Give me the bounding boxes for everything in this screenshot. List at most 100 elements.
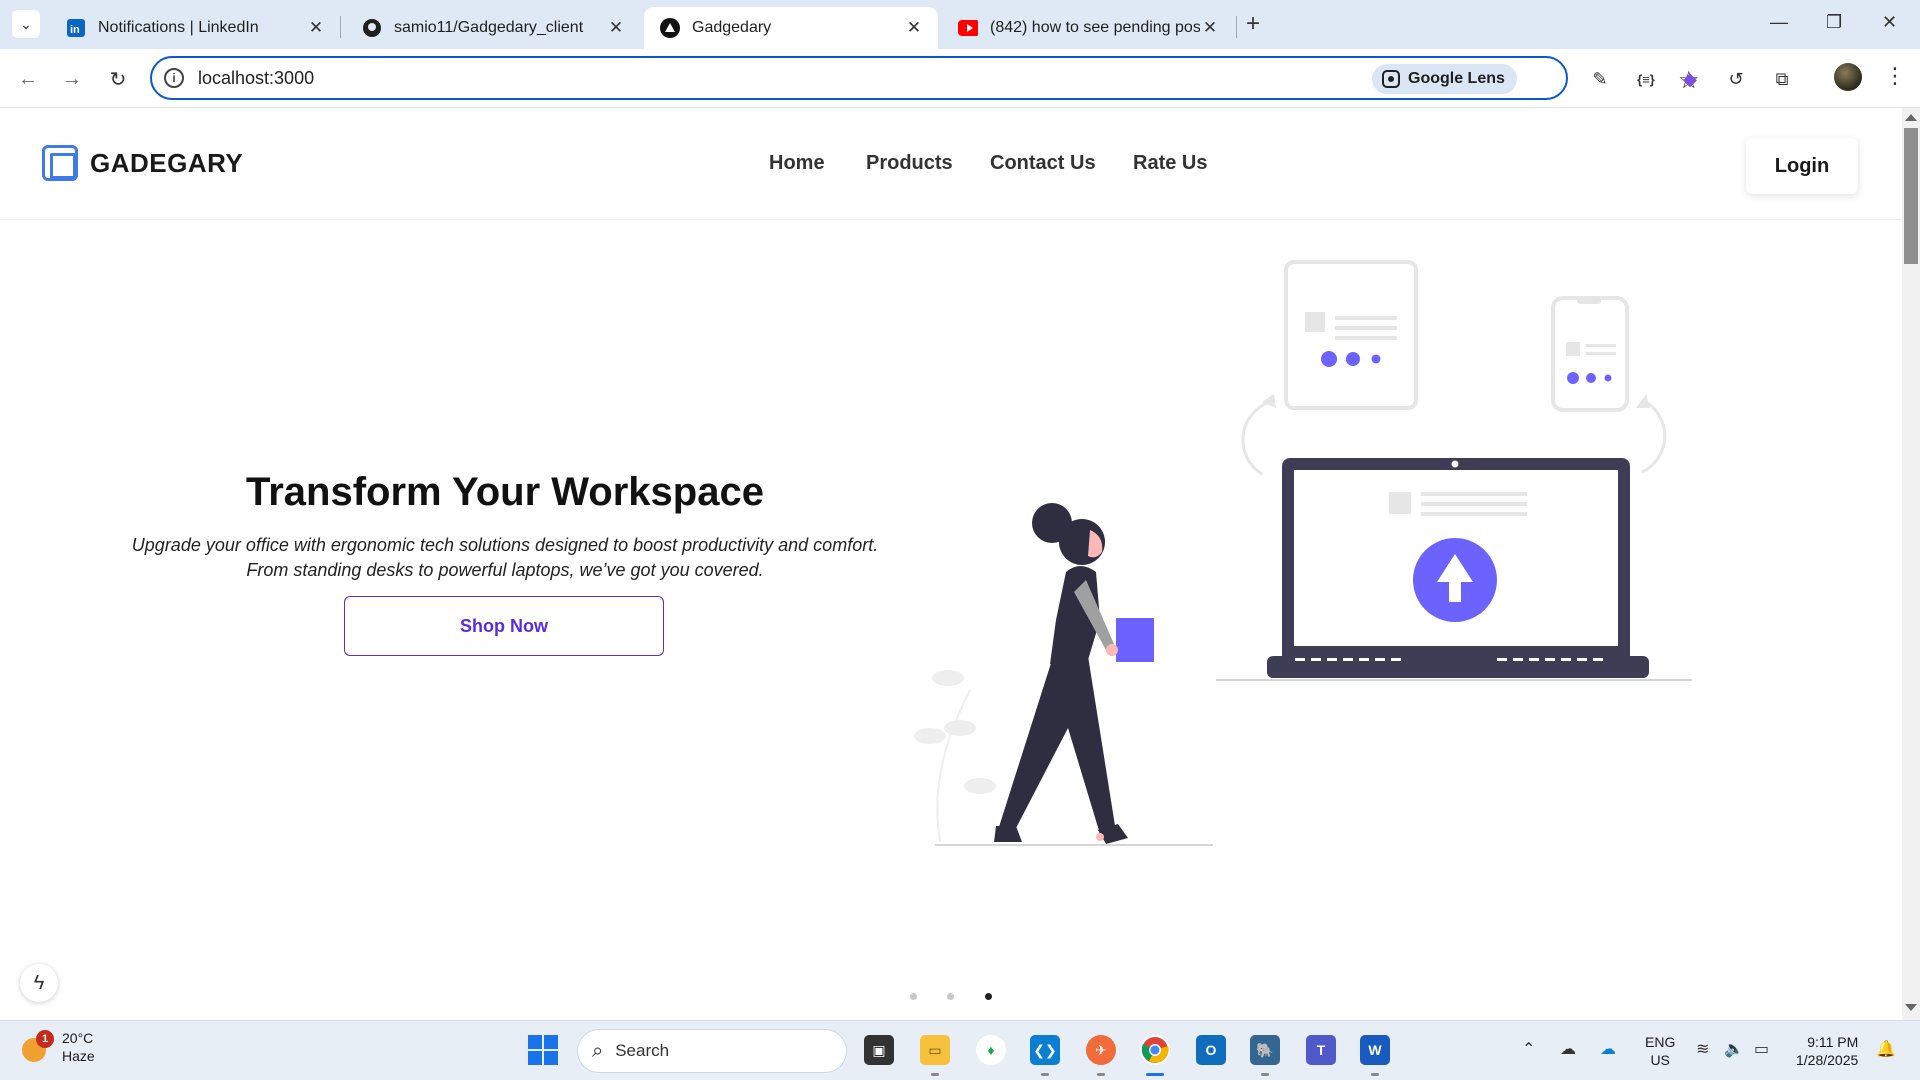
close-tab-icon[interactable]: ✕ — [1200, 18, 1220, 38]
language-code: ENG — [1645, 1034, 1676, 1050]
brand-name: GADEGARY — [90, 147, 244, 178]
new-tab-plus-icon[interactable]: + — [1246, 12, 1260, 36]
teams-icon[interactable]: T — [1306, 1035, 1336, 1065]
weather-widget[interactable]: 1 20°C Haze — [20, 1029, 95, 1065]
mongodb-icon[interactable]: ♦ — [976, 1035, 1006, 1065]
google-lens-button[interactable]: Google Lens — [1372, 64, 1517, 94]
outlook-icon[interactable]: O — [1196, 1035, 1226, 1065]
browser-toolbar: ← → ↻ i localhost:3000 Google Lens ☆ ✎ {… — [0, 49, 1920, 108]
carousel-dot-1[interactable] — [910, 993, 917, 1000]
refresh-extension-icon[interactable]: ↺ — [1722, 65, 1750, 93]
flame-extension-icon[interactable]: ◆ — [1676, 65, 1704, 93]
show-hidden-icons-chevron-icon[interactable]: ⌃ — [1522, 1039, 1535, 1059]
app-running-indicator — [1261, 1073, 1269, 1076]
tab-title: Notifications | LinkedIn — [98, 19, 259, 36]
chrome-icon[interactable] — [1140, 1035, 1170, 1065]
tab-separator — [1236, 16, 1237, 38]
triangle-logo-icon — [660, 18, 680, 38]
close-tab-icon[interactable]: ✕ — [606, 18, 626, 38]
carousel-dot-3-active[interactable] — [985, 993, 992, 1000]
scroll-up-arrow-icon[interactable] — [1905, 114, 1917, 121]
onedrive-cloud-icon[interactable]: ☁ — [1560, 1039, 1576, 1059]
logo-square-icon — [42, 145, 78, 181]
extensions-puzzle-icon[interactable]: ⧉ — [1768, 65, 1796, 93]
shop-now-button[interactable]: Shop Now — [344, 596, 664, 656]
clock-time: 9:11 PM — [1807, 1034, 1859, 1050]
language-indicator[interactable]: ENG US — [1645, 1033, 1675, 1069]
back-arrow-icon[interactable]: ← — [14, 65, 42, 93]
tab-search-chevron-icon[interactable]: ⌄ — [12, 10, 40, 38]
profile-avatar[interactable] — [1834, 63, 1862, 91]
hero-subtitle-line: From standing desks to powerful laptops,… — [246, 560, 764, 580]
tablet-device — [1284, 260, 1418, 410]
nav-home[interactable]: Home — [769, 152, 825, 175]
system-clock[interactable]: 9:11 PM 1/28/2025 — [1796, 1033, 1858, 1069]
hero-illustration — [914, 260, 1692, 846]
weather-sun-icon: 1 — [20, 1030, 54, 1062]
close-tab-icon[interactable]: ✕ — [306, 18, 326, 38]
search-placeholder: Search — [615, 1041, 670, 1060]
volume-icon[interactable]: 🔈 — [1724, 1039, 1744, 1059]
tab-github[interactable]: samio11/Gadgedary_client ✕ — [346, 7, 640, 49]
login-button[interactable]: Login — [1746, 138, 1858, 194]
svg-text:in: in — [70, 24, 80, 36]
tab-youtube[interactable]: (842) how to see pending post i ✕ — [942, 7, 1234, 49]
hero-subtitle-line: Upgrade your office with ergonomic tech … — [131, 535, 879, 555]
notebook-shape — [1116, 618, 1154, 662]
google-lens-label: Google Lens — [1408, 70, 1505, 87]
vscode-icon[interactable]: ❮❯ — [1030, 1035, 1060, 1065]
app-running-indicator — [1371, 1073, 1379, 1076]
file-explorer-icon[interactable]: ▭ — [920, 1035, 950, 1065]
eyedropper-extension-icon[interactable]: ✎ — [1586, 65, 1614, 93]
woman-figure — [994, 503, 1154, 844]
nav-products[interactable]: Products — [866, 152, 953, 175]
task-view-icon[interactable]: ▣ — [864, 1035, 894, 1065]
web-page: GADEGARY Home Products Contact Us Rate U… — [0, 108, 1902, 1020]
minimize-icon[interactable]: — — [1770, 12, 1788, 33]
notification-badge: 1 — [36, 1030, 54, 1048]
weather-description: Haze — [62, 1048, 95, 1064]
site-info-icon[interactable]: i — [164, 68, 184, 88]
clock-date: 1/28/2025 — [1796, 1052, 1859, 1068]
carousel-dot-2[interactable] — [947, 993, 954, 1000]
site-logo[interactable]: GADEGARY — [42, 145, 243, 181]
google-lens-icon — [1382, 70, 1400, 88]
nav-contact-us[interactable]: Contact Us — [990, 152, 1096, 175]
address-bar[interactable]: i localhost:3000 Google Lens ☆ — [150, 56, 1700, 100]
weather-temperature: 20°C — [62, 1030, 94, 1046]
hero-subtitle: Upgrade your office with ergonomic tech … — [130, 533, 880, 583]
site-header: GADEGARY Home Products Contact Us Rate U… — [0, 108, 1902, 220]
nav-rate-us[interactable]: Rate Us — [1133, 152, 1207, 175]
json-extension-icon[interactable]: {≡} — [1632, 65, 1660, 93]
url-text[interactable]: localhost:3000 — [198, 68, 314, 89]
close-tab-icon[interactable]: ✕ — [904, 18, 924, 38]
app-active-indicator — [1146, 1073, 1164, 1076]
tab-gadgedary[interactable]: Gadgedary ✕ — [644, 7, 938, 49]
windows-start-icon[interactable] — [528, 1035, 558, 1065]
notification-bell-icon[interactable]: 🔔 — [1876, 1039, 1896, 1059]
forward-arrow-icon[interactable]: → — [58, 65, 86, 93]
browser-menu-icon[interactable]: ⋮ — [1884, 63, 1906, 89]
taskbar-search-box[interactable]: ⌕ Search — [577, 1029, 847, 1073]
restore-icon[interactable]: ❐ — [1826, 12, 1842, 33]
tab-title: (842) how to see pending post i — [990, 19, 1200, 36]
tab-title: Gadgedary — [692, 19, 772, 36]
onedrive-blue-cloud-icon[interactable]: ☁ — [1600, 1039, 1616, 1059]
lightning-bolt-icon[interactable]: ϟ — [20, 964, 58, 1002]
battery-icon[interactable]: ▭ — [1754, 1039, 1769, 1059]
language-region: US — [1650, 1052, 1670, 1068]
app-running-indicator — [931, 1073, 939, 1076]
scroll-down-arrow-icon[interactable] — [1905, 1004, 1917, 1011]
word-icon[interactable]: W — [1360, 1035, 1390, 1065]
reload-icon[interactable]: ↻ — [104, 65, 132, 93]
scrollbar-thumb[interactable] — [1904, 128, 1918, 264]
close-window-icon[interactable]: ✕ — [1882, 12, 1897, 33]
hero-title: Transform Your Workspace — [246, 470, 764, 514]
app-running-indicator — [1041, 1073, 1049, 1076]
postgresql-icon[interactable]: 🐘 — [1250, 1035, 1280, 1065]
tab-title: samio11/Gadgedary_client — [394, 19, 584, 36]
postman-icon[interactable]: ✈ — [1086, 1035, 1116, 1065]
tab-linkedin[interactable]: in Notifications | LinkedIn ✕ — [50, 7, 340, 49]
wifi-icon[interactable]: ≋ — [1696, 1039, 1709, 1059]
linkedin-icon: in — [66, 18, 86, 38]
